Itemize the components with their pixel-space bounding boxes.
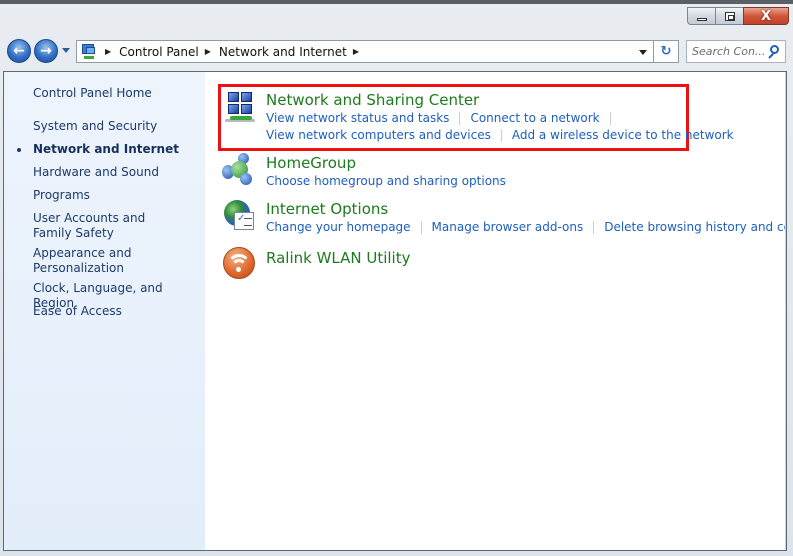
network-sharing-icon[interactable]: [224, 91, 258, 125]
task-divider: [593, 221, 595, 234]
sidebar-item-control-panel-home[interactable]: Control Panel Home: [33, 86, 203, 101]
category-ralink-wlan: Ralink WLAN Utility: [266, 249, 411, 268]
sidebar-item-user-accounts[interactable]: User Accounts and Family Safety: [33, 211, 183, 241]
search-input[interactable]: [692, 45, 764, 58]
address-bar[interactable]: ▶ Control Panel ▶ Network and Internet ▶: [76, 40, 654, 63]
caption-buttons: X: [687, 7, 789, 25]
category-homegroup: HomeGroup Choose homegroup and sharing o…: [266, 154, 506, 190]
manage-addons-link[interactable]: Manage browser add-ons: [432, 219, 584, 236]
minimize-icon: [696, 17, 707, 21]
refresh-button[interactable]: ↻: [654, 40, 679, 63]
active-bullet-icon: [17, 148, 21, 152]
explorer-window: X ← → ▶ Control Panel ▶ Network and Inte…: [0, 4, 793, 556]
sidebar-item-ease-of-access[interactable]: Ease of Access: [33, 304, 203, 319]
connect-to-network-link[interactable]: Connect to a network: [470, 110, 599, 127]
control-panel-network-icon: [79, 43, 99, 61]
navigation-bar: ← → ▶ Control Panel ▶ Network and Intern…: [0, 37, 793, 65]
task-divider: [500, 129, 502, 142]
sidebar-item-appearance[interactable]: Appearance and Personalization: [33, 246, 143, 276]
internet-options-icon[interactable]: [222, 199, 256, 233]
sidebar-item-system-and-security[interactable]: System and Security: [33, 119, 203, 134]
forward-button[interactable]: →: [34, 39, 58, 63]
sidebar-item-network-and-internet[interactable]: Network and Internet: [33, 142, 203, 157]
task-divider: [459, 112, 461, 125]
view-network-status-link[interactable]: View network status and tasks: [266, 110, 449, 127]
sidebar: Control Panel Home System and Security N…: [4, 72, 205, 550]
breadcrumb-separator[interactable]: ▶: [353, 47, 359, 56]
breadcrumb-separator[interactable]: ▶: [205, 47, 211, 56]
ralink-wlan-utility-link[interactable]: Ralink WLAN Utility: [266, 249, 411, 268]
breadcrumb-control-panel[interactable]: Control Panel: [119, 45, 199, 59]
arrow-left-icon: ←: [13, 43, 25, 59]
restore-icon: [724, 11, 735, 21]
refresh-icon: ↻: [660, 44, 672, 59]
breadcrumb-network-and-internet[interactable]: Network and Internet: [219, 45, 347, 59]
change-homepage-link[interactable]: Change your homepage: [266, 219, 411, 236]
homegroup-icon[interactable]: [222, 153, 256, 187]
main-panel: Network and Sharing Center View network …: [205, 72, 786, 550]
add-wireless-device-link[interactable]: Add a wireless device to the network: [512, 127, 734, 144]
task-divider: [420, 221, 422, 234]
back-button[interactable]: ←: [7, 39, 31, 63]
search-box[interactable]: [686, 40, 786, 63]
delete-browsing-history-link[interactable]: Delete browsing history and cookies: [604, 219, 786, 236]
view-network-computers-link[interactable]: View network computers and devices: [266, 127, 491, 144]
search-icon[interactable]: [767, 45, 779, 59]
arrow-right-icon: →: [40, 43, 52, 59]
choose-homegroup-options-link[interactable]: Choose homegroup and sharing options: [266, 173, 506, 190]
task-divider: [609, 112, 611, 125]
address-history-dropdown[interactable]: [639, 50, 647, 55]
breadcrumb-separator[interactable]: ▶: [105, 47, 111, 56]
internet-options-link[interactable]: Internet Options: [266, 200, 786, 219]
network-sharing-center-link[interactable]: Network and Sharing Center: [266, 91, 734, 110]
minimize-button[interactable]: [687, 7, 715, 25]
sidebar-item-programs[interactable]: Programs: [33, 188, 203, 203]
category-internet-options: Internet Options Change your homepage Ma…: [266, 200, 786, 236]
homegroup-link[interactable]: HomeGroup: [266, 154, 506, 173]
recent-pages-dropdown[interactable]: [62, 48, 70, 53]
content-pane: Control Panel Home System and Security N…: [3, 71, 787, 551]
category-network-sharing-center: Network and Sharing Center View network …: [266, 91, 734, 144]
restore-button[interactable]: [715, 7, 743, 25]
wlan-utility-icon[interactable]: [222, 246, 256, 280]
close-button[interactable]: X: [743, 7, 789, 25]
close-icon: X: [760, 8, 772, 24]
sidebar-item-hardware-and-sound[interactable]: Hardware and Sound: [33, 165, 203, 180]
content-right-border: [785, 72, 786, 550]
